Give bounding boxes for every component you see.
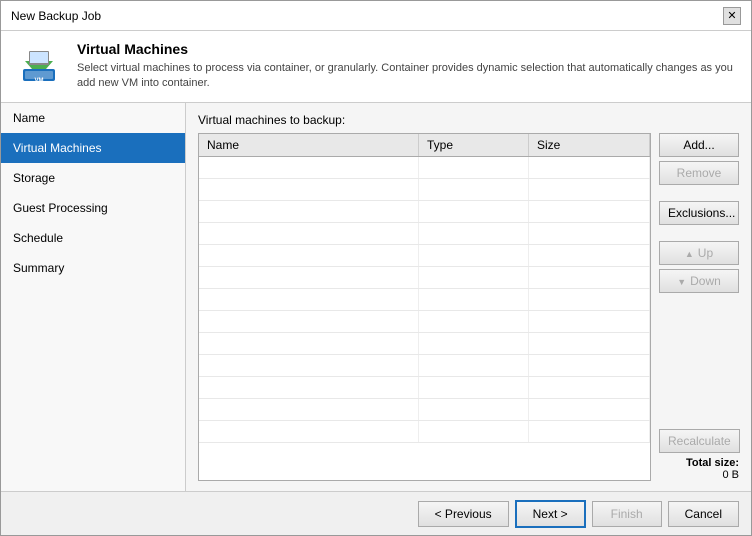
previous-button[interactable]: < Previous: [418, 501, 509, 527]
header-description: Select virtual machines to process via c…: [77, 61, 737, 92]
table-row: [199, 201, 650, 223]
cancel-button[interactable]: Cancel: [668, 501, 739, 527]
table-body[interactable]: [199, 157, 650, 477]
down-button[interactable]: Down: [659, 269, 739, 293]
table-row: [199, 311, 650, 333]
total-size-label: Total size:: [686, 457, 739, 469]
header-title: Virtual Machines: [77, 41, 737, 57]
table-row: [199, 179, 650, 201]
total-size-value: 0 B: [722, 469, 739, 481]
svg-text:VM: VM: [35, 78, 44, 84]
sidebar-item-storage[interactable]: Storage: [1, 163, 185, 193]
table-and-buttons: Name Type Size: [198, 133, 739, 481]
table-header: Name Type Size: [199, 134, 650, 157]
main-panel: Virtual machines to backup: Name Type Si…: [186, 103, 751, 491]
vm-table: Name Type Size: [198, 133, 651, 481]
content-area: Name Virtual Machines Storage Guest Proc…: [1, 103, 751, 491]
finish-button[interactable]: Finish: [592, 501, 662, 527]
close-button[interactable]: ✕: [723, 7, 741, 25]
table-row: [199, 421, 650, 443]
table-row: [199, 267, 650, 289]
table-row: [199, 245, 650, 267]
header-section: VM Virtual Machines Select virtual machi…: [1, 31, 751, 103]
next-button[interactable]: Next >: [515, 500, 586, 528]
header-text: Virtual Machines Select virtual machines…: [77, 41, 737, 92]
sidebar-item-guest-processing[interactable]: Guest Processing: [1, 193, 185, 223]
add-button[interactable]: Add...: [659, 133, 739, 157]
up-button[interactable]: Up: [659, 241, 739, 265]
new-backup-job-dialog: New Backup Job ✕ VM Virtual Machines Sel…: [0, 0, 752, 536]
up-arrow-icon: [685, 246, 694, 260]
dialog-title: New Backup Job: [11, 9, 101, 23]
side-buttons: Add... Remove Exclusions... Up Down: [659, 133, 739, 481]
title-bar: New Backup Job ✕: [1, 1, 751, 31]
sidebar-item-schedule[interactable]: Schedule: [1, 223, 185, 253]
sidebar-item-summary[interactable]: Summary: [1, 253, 185, 283]
sidebar-item-virtual-machines[interactable]: Virtual Machines: [1, 133, 185, 163]
recalc-area: Recalculate Total size: 0 B: [659, 429, 739, 481]
col-name: Name: [199, 134, 419, 156]
footer: < Previous Next > Finish Cancel: [1, 491, 751, 535]
vm-list-label: Virtual machines to backup:: [198, 113, 739, 127]
vm-icon: VM: [15, 41, 63, 89]
down-arrow-icon: [677, 274, 686, 288]
col-type: Type: [419, 134, 529, 156]
total-size-display: Total size: 0 B: [659, 457, 739, 481]
col-size: Size: [529, 134, 650, 156]
sidebar-item-name[interactable]: Name: [1, 103, 185, 133]
table-row: [199, 223, 650, 245]
table-row: [199, 157, 650, 179]
exclusions-button[interactable]: Exclusions...: [659, 201, 739, 225]
table-row: [199, 355, 650, 377]
table-row: [199, 333, 650, 355]
recalculate-button[interactable]: Recalculate: [659, 429, 740, 453]
table-row: [199, 377, 650, 399]
remove-button[interactable]: Remove: [659, 161, 739, 185]
table-row: [199, 289, 650, 311]
sidebar: Name Virtual Machines Storage Guest Proc…: [1, 103, 186, 491]
table-row: [199, 399, 650, 421]
